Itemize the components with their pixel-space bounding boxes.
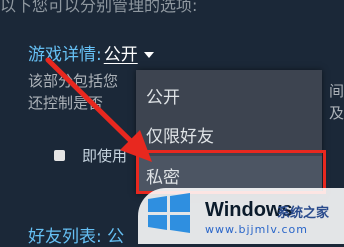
description-right-2: 及 xyxy=(328,104,344,122)
caret-down-icon[interactable] xyxy=(143,52,154,58)
game-details-value[interactable]: 公开 xyxy=(104,40,138,65)
game-details-label: 游戏详情: xyxy=(28,45,102,65)
description-line-2: 还控制是否 xyxy=(28,94,104,112)
windows-logo-icon xyxy=(148,193,190,233)
game-details-setting[interactable]: 游戏详情: 公开 xyxy=(28,40,154,65)
watermark-brand-cn: 系统之家 xyxy=(277,206,330,221)
section-header-text: 以下您可以分别管理的选项: xyxy=(0,0,198,15)
dropdown-option-friends-only[interactable]: 仅限好友 xyxy=(136,115,322,153)
friends-list-setting[interactable]: 好友列表: 公 xyxy=(28,222,124,247)
watermark-url: www.bjjmlv.com xyxy=(205,223,308,236)
description-right-1: 间 xyxy=(328,82,344,100)
description-line-1: 该部分包括您 xyxy=(28,72,119,90)
always-private-checkbox[interactable] xyxy=(54,150,65,161)
checkbox-label: 即使用 xyxy=(82,147,128,165)
dropdown-option-public[interactable]: 公开 xyxy=(136,76,322,114)
